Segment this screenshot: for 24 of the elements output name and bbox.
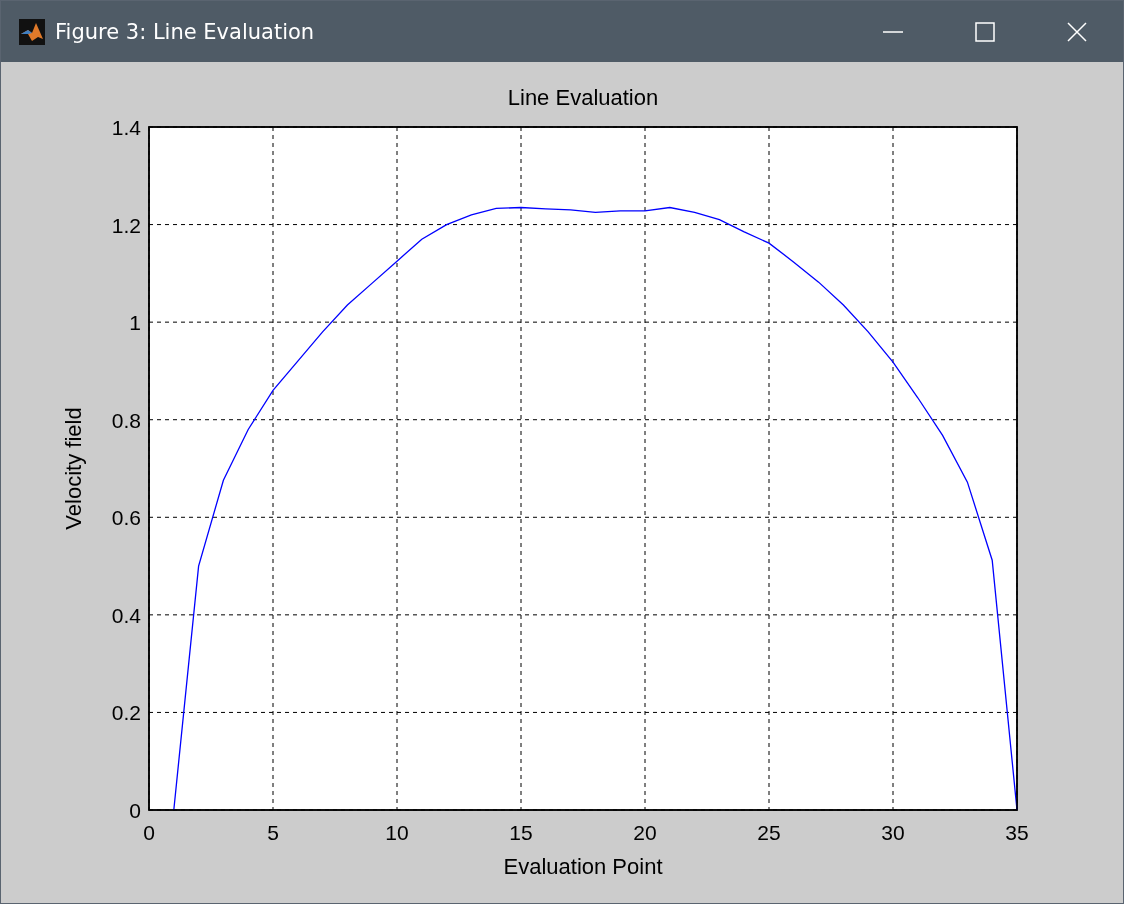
tick-label: 1.2 xyxy=(111,213,141,237)
tick-label: 1 xyxy=(129,311,141,335)
tick-label: 0.6 xyxy=(111,506,141,530)
close-icon xyxy=(1066,20,1088,43)
tick-label: 0 xyxy=(143,821,155,844)
tick-label: 20 xyxy=(633,821,657,844)
tick-label: 35 xyxy=(1005,821,1029,844)
tick-label: 0.2 xyxy=(111,701,141,725)
tick-label: 10 xyxy=(385,821,409,844)
x-axis-label: Evaluation Point xyxy=(503,854,663,879)
y-axis-label: Velocity field xyxy=(61,407,86,530)
tick-label: 15 xyxy=(509,821,533,844)
window-title: Figure 3: Line Evaluation xyxy=(55,19,316,44)
maximize-icon xyxy=(974,20,996,43)
app-icon xyxy=(19,18,45,45)
tick-label: 0.8 xyxy=(111,408,141,432)
tick-label: 0.4 xyxy=(111,603,141,627)
tick-label: 25 xyxy=(757,821,781,844)
chart-title: Line Evaluation xyxy=(507,85,659,110)
tick-label: 30 xyxy=(881,821,905,844)
minimize-icon xyxy=(882,30,904,33)
tick-label: 5 xyxy=(267,821,279,844)
tick-label: 0 xyxy=(129,799,141,822)
tick-label: 1.4 xyxy=(111,116,141,139)
